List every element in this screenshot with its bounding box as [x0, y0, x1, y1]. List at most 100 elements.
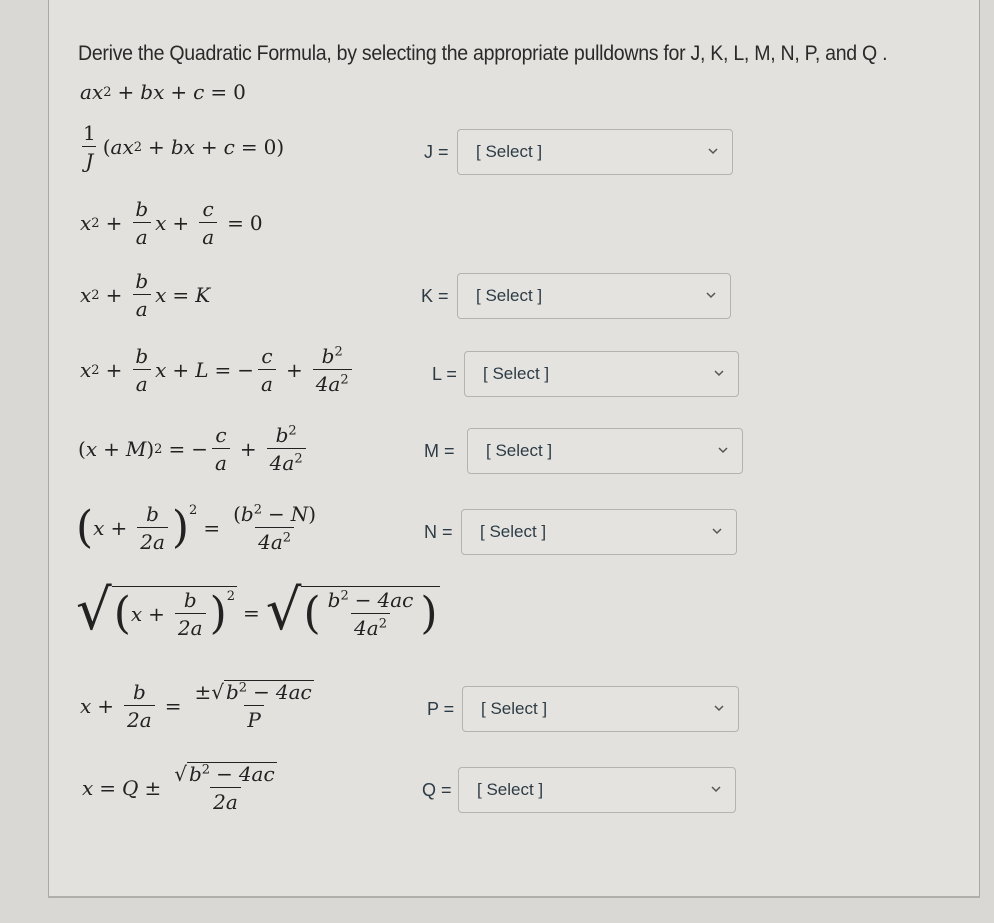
var-b: b	[140, 80, 154, 104]
exponent: 2	[288, 423, 297, 439]
exponent: 2	[340, 588, 349, 604]
var-a: a	[110, 135, 123, 159]
fraction-b-over-2a: b 2a	[124, 681, 155, 731]
plus-sign: +	[105, 211, 123, 235]
numerator: b	[146, 502, 159, 526]
exponent: 2	[154, 441, 163, 457]
var-x: x	[91, 80, 104, 104]
fraction-b2-minus-4ac-over-4a2: b2−4ac 4a2	[325, 589, 417, 639]
numerator: c	[215, 423, 227, 447]
equals-sign: =	[168, 437, 186, 461]
pulldown-Q[interactable]: [ Select ]	[458, 767, 736, 813]
equals-sign: =	[240, 135, 258, 159]
var-N: N	[290, 502, 309, 526]
numerator: b	[135, 269, 149, 293]
paren: (	[303, 588, 321, 639]
fraction-c-over-a: ca	[258, 345, 276, 395]
exponent: 2	[334, 344, 343, 360]
equals-sign: =	[210, 80, 228, 104]
plus-sign: +	[105, 358, 123, 382]
chevron-down-icon	[711, 786, 721, 793]
exponent: 2	[238, 680, 248, 696]
fraction-b2-over-4a2: b2 4a2	[266, 423, 306, 475]
fraction-b-over-2a: b 2a	[174, 589, 206, 639]
pulldown-label-L: L =	[432, 364, 457, 384]
denominator: 2a	[137, 527, 168, 553]
var-c: c	[193, 80, 205, 104]
minus-sign: −	[191, 437, 208, 461]
plus-minus-sign: ±	[144, 775, 162, 800]
var-J: J	[85, 149, 94, 173]
fraction-pm-sqrt-over-P: ± √ b2−4ac P	[191, 680, 316, 731]
radical-sign: √	[174, 762, 187, 786]
var-b: b	[327, 588, 341, 612]
plus-sign: +	[105, 283, 123, 307]
var-x: x	[80, 211, 92, 235]
equation-step-6: ( x + b 2a ) 2 = (b2− N) 4a2	[76, 503, 323, 553]
plus-sign: +	[117, 80, 135, 104]
pulldown-J[interactable]: [ Select ]	[457, 129, 733, 175]
radical-sign: √	[76, 578, 112, 643]
paren: (	[102, 135, 111, 159]
paren: (	[78, 437, 86, 461]
question-prompt: Derive the Quadratic Formula, by selecti…	[78, 42, 888, 65]
chevron-down-icon	[712, 528, 722, 535]
minus-sign: −	[354, 588, 372, 612]
equals-sign: =	[214, 358, 232, 382]
equation-step-4: x2 + ba x + L = − ca + b2 4a2	[80, 345, 356, 395]
numerator: c	[261, 344, 273, 368]
term-4a: 4a	[258, 530, 283, 554]
fraction-b2-minus-N-over-4a2: (b2− N) 4a2	[230, 503, 319, 553]
var-b: b	[188, 762, 202, 786]
fraction-1-over-J: 1 J	[80, 122, 99, 172]
exponent: 2	[133, 139, 143, 155]
plus-sign: +	[103, 437, 120, 461]
pulldown-label-Q: Q =	[422, 780, 452, 800]
pulldown-label-M: M =	[424, 441, 455, 461]
plus-sign: +	[239, 437, 257, 461]
pulldown-label-N: N =	[424, 522, 453, 542]
chevron-down-icon	[714, 705, 724, 712]
equation-step-7: √ ( x + b 2a ) 2 = √ ( b2−4ac 4a2 )	[76, 578, 440, 643]
var-x: x	[80, 693, 92, 718]
equals-sign: =	[203, 516, 221, 540]
fraction-b-over-2a: b 2a	[137, 503, 168, 553]
paren: )	[308, 502, 317, 526]
chevron-down-icon	[718, 447, 728, 454]
var-b: b	[321, 344, 335, 368]
exponent: 2	[91, 287, 100, 303]
var-c: c	[223, 135, 235, 159]
exponent: 2	[201, 762, 211, 778]
var-b: b	[225, 680, 239, 704]
term-4a: 4a	[269, 451, 295, 475]
pulldown-P[interactable]: [ Select ]	[462, 686, 739, 732]
var-b: b	[275, 423, 289, 447]
equation-step-8: x + b 2a = ± √ b2−4ac P	[80, 680, 321, 731]
plus-sign: +	[97, 693, 115, 718]
var-Q: Q	[122, 775, 139, 800]
pulldown-M[interactable]: [ Select ]	[467, 428, 743, 474]
denominator: a	[258, 369, 276, 395]
chevron-down-icon	[706, 292, 716, 299]
paren: )	[146, 437, 155, 461]
pulldown-K[interactable]: [ Select ]	[457, 273, 731, 319]
denominator: a	[132, 222, 151, 248]
var-b: b	[170, 135, 184, 159]
plus-sign: +	[170, 80, 188, 104]
fraction-b-over-a: ba	[132, 345, 151, 395]
fraction-b-over-a: ba	[132, 198, 151, 248]
var-x: x	[122, 135, 134, 159]
var-M: M	[125, 437, 147, 461]
exponent: 2	[294, 451, 303, 467]
plus-sign: +	[110, 516, 128, 540]
pulldown-L[interactable]: [ Select ]	[464, 351, 739, 397]
var-L: L	[195, 358, 209, 382]
pulldown-label-J: J =	[424, 142, 449, 162]
pulldown-N[interactable]: [ Select ]	[461, 509, 737, 555]
plus-minus-sign: ±	[194, 680, 212, 704]
var-x: x	[155, 283, 167, 307]
term-4a: 4a	[354, 616, 379, 640]
paren: (	[76, 502, 94, 553]
plus-sign: +	[148, 135, 165, 159]
paren: )	[171, 502, 190, 553]
